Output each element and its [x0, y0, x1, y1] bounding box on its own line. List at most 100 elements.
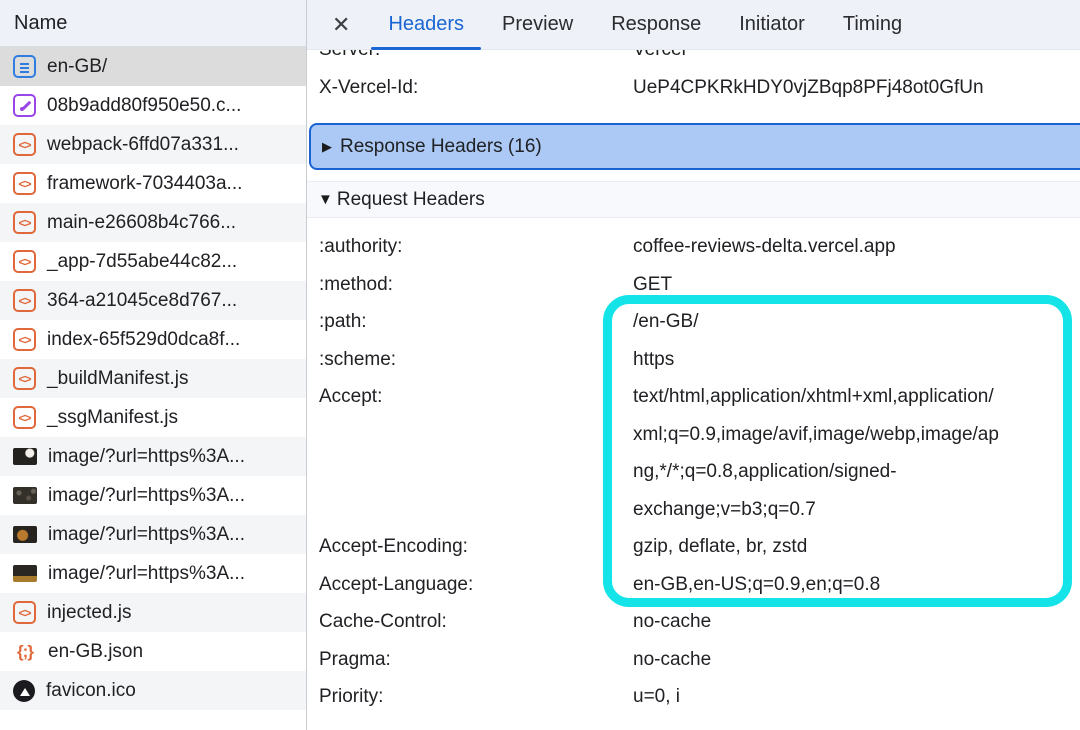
header-value: u=0, i — [633, 678, 680, 716]
response-headers-label: Response Headers (16) — [340, 136, 542, 158]
favicon-icon — [13, 680, 35, 702]
request-list-item[interactable]: favicon.ico — [0, 671, 306, 710]
header-name: Accept-Encoding: — [307, 528, 633, 566]
header-name: Priority: — [307, 678, 633, 716]
request-name: en-GB.json — [48, 641, 143, 663]
header-value: no-cache — [633, 641, 711, 679]
header-value: https — [633, 341, 674, 379]
header-row: Pragma: no-cache — [307, 641, 1080, 679]
image-thumbnail — [13, 526, 37, 543]
expanded-arrow-icon: ▼ — [318, 191, 333, 208]
header-row: Priority: u=0, i — [307, 678, 1080, 716]
header-row: Accept: text/html,application/xhtml+xml,… — [307, 378, 1080, 528]
json-icon — [13, 640, 37, 664]
request-name: index-65f529d0dca8f... — [47, 329, 240, 351]
header-row: Server: Vercel — [307, 50, 1080, 69]
request-list-item[interactable]: _buildManifest.js — [0, 359, 306, 398]
header-name: Accept-Language: — [307, 566, 633, 604]
request-list-item[interactable]: en-GB/ — [0, 47, 306, 86]
request-list-item[interactable]: image/?url=https%3A... — [0, 476, 306, 515]
header-name: :authority: — [307, 228, 633, 266]
request-name: injected.js — [47, 602, 132, 624]
request-list-item[interactable]: webpack-6ffd07a331... — [0, 125, 306, 164]
header-row: Accept-Encoding: gzip, deflate, br, zstd — [307, 528, 1080, 566]
request-name: favicon.ico — [46, 680, 136, 702]
tab-response[interactable]: Response — [611, 0, 701, 50]
request-name: image/?url=https%3A... — [48, 485, 245, 507]
request-name: webpack-6ffd07a331... — [47, 134, 239, 156]
request-list-item[interactable]: index-65f529d0dca8f... — [0, 320, 306, 359]
script-icon — [13, 601, 36, 624]
request-list-item[interactable]: en-GB.json — [0, 632, 306, 671]
header-value: UeP4CPKRkHDY0vjZBqp8PFj48ot0GfUn — [633, 69, 984, 107]
request-list-item[interactable]: 364-a21045ce8d767... — [0, 281, 306, 320]
request-name: image/?url=https%3A... — [48, 446, 245, 468]
header-value: en-GB,en-US;q=0.9,en;q=0.8 — [633, 566, 880, 604]
collapsed-arrow-icon: ▶ — [322, 139, 332, 155]
header-value-line: exchange;v=b3;q=0.7 — [633, 491, 999, 529]
header-value: /en-GB/ — [633, 303, 698, 341]
tab-initiator[interactable]: Initiator — [739, 0, 805, 50]
tab-timing[interactable]: Timing — [843, 0, 902, 50]
header-row: :path: /en-GB/ — [307, 303, 1080, 341]
name-column-header[interactable]: Name — [0, 0, 306, 47]
request-name: _app-7d55abe44c82... — [47, 251, 237, 273]
response-headers-section[interactable]: ▶ Response Headers (16) — [309, 123, 1080, 170]
request-list-item[interactable]: framework-7034403a... — [0, 164, 306, 203]
header-name: Pragma: — [307, 641, 633, 679]
request-name: _ssgManifest.js — [47, 407, 178, 429]
header-name: Server: — [307, 50, 633, 69]
header-name: X-Vercel-Id: — [307, 69, 633, 107]
header-value-line: xml;q=0.9,image/avif,image/webp,image/ap — [633, 416, 999, 454]
header-name: :path: — [307, 303, 633, 341]
headers-content: Server: Vercel X-Vercel-Id: UeP4CPKRkHDY… — [307, 50, 1080, 730]
request-name: image/?url=https%3A... — [48, 563, 245, 585]
details-tab-bar: ✕ Headers Preview Response Initiator Timing — [307, 0, 1080, 50]
request-list-sidebar: Name en-GB/ 08b9add80f950e50.c... webpac… — [0, 0, 307, 730]
request-list-item[interactable]: main-e26608b4c766... — [0, 203, 306, 242]
image-thumbnail — [13, 448, 37, 465]
request-list-item[interactable]: 08b9add80f950e50.c... — [0, 86, 306, 125]
request-list-item[interactable]: image/?url=https%3A... — [0, 437, 306, 476]
script-icon — [13, 133, 36, 156]
request-list-item[interactable]: injected.js — [0, 593, 306, 632]
header-value: no-cache — [633, 603, 711, 641]
header-value-line: text/html,application/xhtml+xml,applicat… — [633, 378, 999, 416]
header-value-line: ng,*/*;q=0.8,application/signed- — [633, 453, 999, 491]
tab-headers[interactable]: Headers — [388, 0, 464, 50]
request-list-item[interactable]: image/?url=https%3A... — [0, 515, 306, 554]
close-icon[interactable]: ✕ — [332, 14, 350, 36]
header-row: :authority: coffee-reviews-delta.vercel.… — [307, 228, 1080, 266]
image-thumbnail — [13, 565, 37, 582]
devtools-network-panel: Name en-GB/ 08b9add80f950e50.c... webpac… — [0, 0, 1080, 730]
header-name: :method: — [307, 266, 633, 304]
stylesheet-icon — [13, 94, 36, 117]
header-value: coffee-reviews-delta.vercel.app — [633, 228, 896, 266]
request-list-item[interactable]: _ssgManifest.js — [0, 398, 306, 437]
header-name: Accept: — [307, 378, 633, 416]
request-name: _buildManifest.js — [47, 368, 189, 390]
header-name: :scheme: — [307, 341, 633, 379]
header-row: :scheme: https — [307, 341, 1080, 379]
request-headers-section[interactable]: ▼ Request Headers — [307, 181, 1080, 218]
name-column-label: Name — [14, 12, 67, 35]
request-name: main-e26608b4c766... — [47, 212, 236, 234]
request-name: 364-a21045ce8d767... — [47, 290, 237, 312]
request-name: image/?url=https%3A... — [48, 524, 245, 546]
request-headers-label: Request Headers — [337, 189, 485, 211]
image-thumbnail — [13, 487, 37, 504]
request-list-item[interactable]: image/?url=https%3A... — [0, 554, 306, 593]
request-list-item[interactable]: _app-7d55abe44c82... — [0, 242, 306, 281]
header-value: text/html,application/xhtml+xml,applicat… — [633, 378, 999, 528]
header-value: Vercel — [633, 50, 686, 69]
header-row: :method: GET — [307, 266, 1080, 304]
script-icon — [13, 289, 36, 312]
document-icon — [13, 55, 36, 78]
script-icon — [13, 172, 36, 195]
request-details-panel: ✕ HeadersPreviewResponseInitiatorTiming … — [307, 0, 1080, 730]
script-icon — [13, 250, 36, 273]
tab-preview[interactable]: Preview — [502, 0, 573, 50]
header-row: Accept-Language: en-GB,en-US;q=0.9,en;q=… — [307, 566, 1080, 604]
header-row: X-Vercel-Id: UeP4CPKRkHDY0vjZBqp8PFj48ot… — [307, 69, 1080, 107]
header-value: GET — [633, 266, 672, 304]
